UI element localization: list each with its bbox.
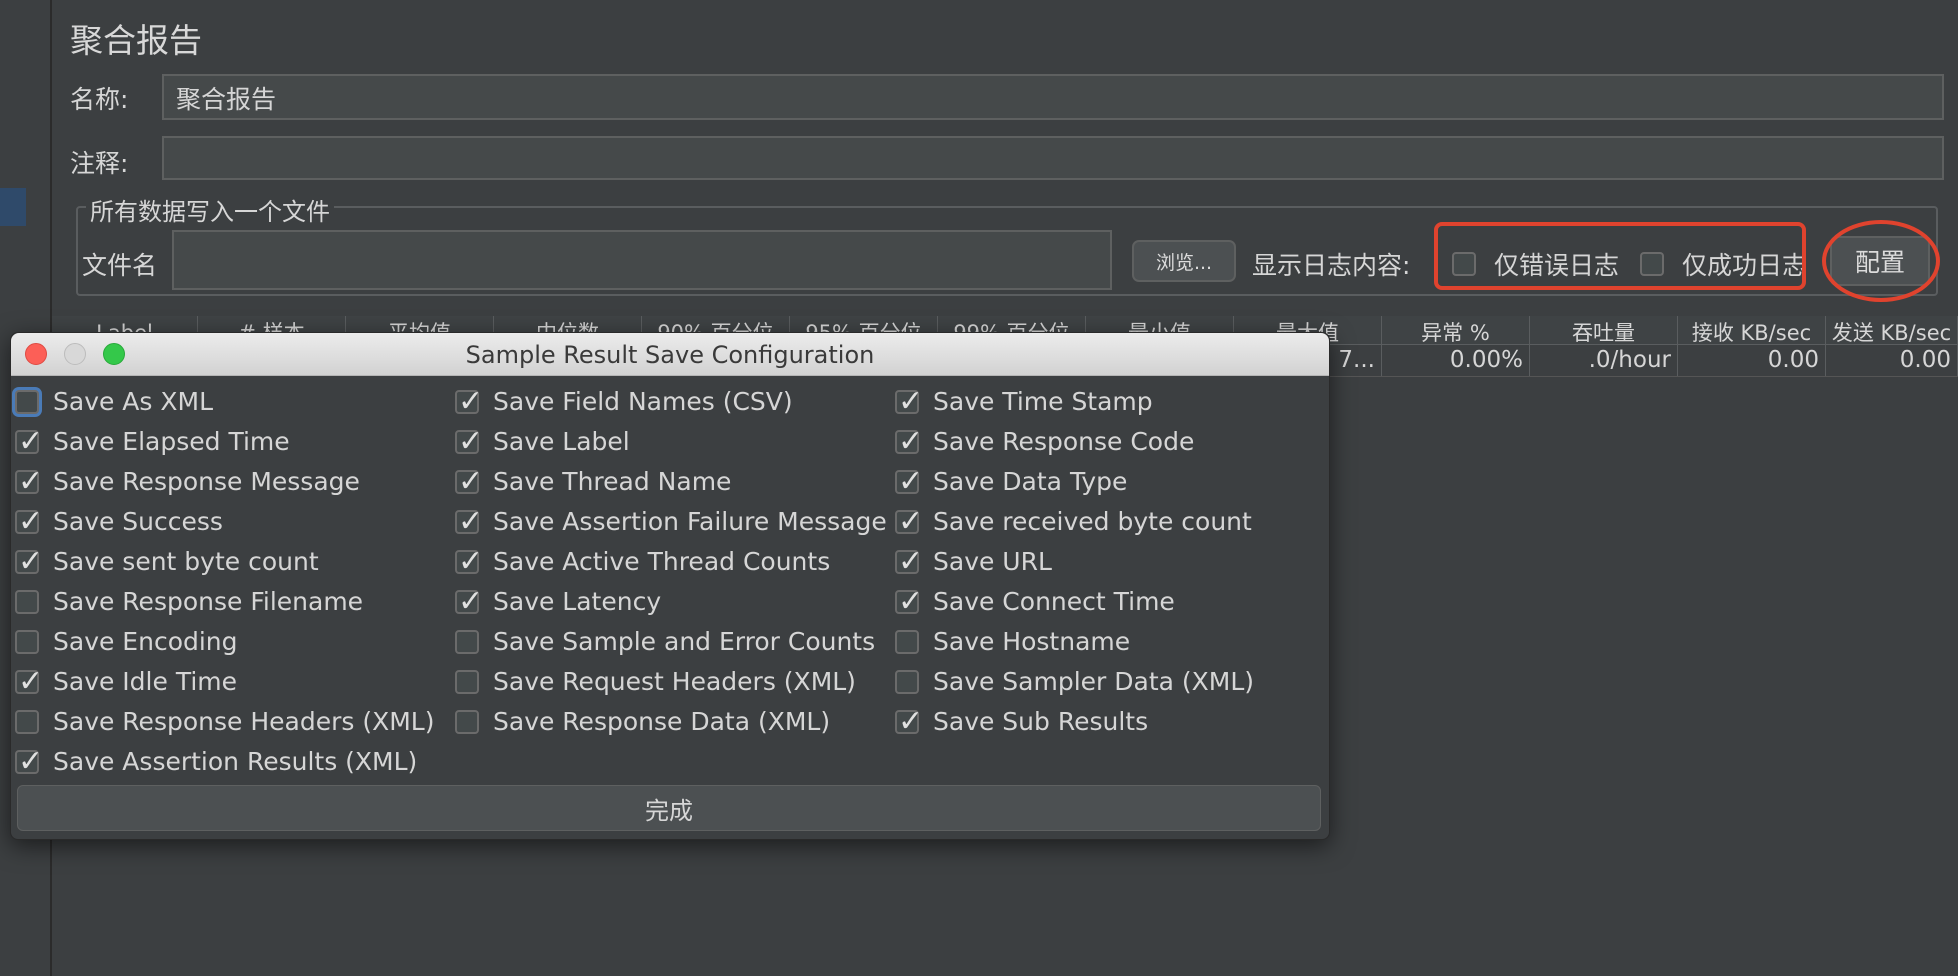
highlight-rectangle <box>1434 222 1806 290</box>
filename-input[interactable] <box>172 230 1112 290</box>
option-save-response-code[interactable]: Save Response Code <box>895 424 1194 459</box>
checkbox[interactable] <box>455 464 483 499</box>
option-save-as-xml[interactable]: Save As XML <box>15 387 213 416</box>
checkbox[interactable] <box>15 664 43 699</box>
browse-button[interactable]: 浏览... <box>1132 240 1236 282</box>
checkbox[interactable] <box>455 629 479 654</box>
checkbox[interactable] <box>455 384 483 419</box>
page-title: 聚合报告 <box>70 21 202 60</box>
option-save-active-thread-counts[interactable]: Save Active Thread Counts <box>455 544 830 579</box>
col-header[interactable]: 吞吐量 <box>1530 316 1678 344</box>
checkbox[interactable] <box>15 629 39 654</box>
option-save-sample-error-counts[interactable]: Save Sample and Error Counts <box>455 627 875 656</box>
table-cell: 0.00% <box>1382 344 1530 376</box>
checkbox[interactable] <box>455 544 483 579</box>
checkbox[interactable] <box>895 424 923 459</box>
option-save-received-byte-count[interactable]: Save received byte count <box>895 504 1252 539</box>
comment-field[interactable] <box>162 136 1944 180</box>
option-save-data-type[interactable]: Save Data Type <box>895 464 1127 499</box>
dialog-title: Sample Result Save Configuration <box>465 341 875 369</box>
option-save-elapsed-time[interactable]: Save Elapsed Time <box>15 424 290 459</box>
checkbox[interactable] <box>15 589 39 614</box>
option-save-assertion-failure-message[interactable]: Save Assertion Failure Message <box>455 504 887 539</box>
option-save-idle-time[interactable]: Save Idle Time <box>15 664 237 699</box>
checkbox[interactable] <box>455 709 479 734</box>
checkbox[interactable] <box>895 464 923 499</box>
filename-label: 文件名 <box>82 251 158 280</box>
checkbox[interactable] <box>455 424 483 459</box>
checkbox[interactable] <box>455 669 479 694</box>
option-save-time-stamp[interactable]: Save Time Stamp <box>895 384 1153 419</box>
checkbox[interactable] <box>455 584 483 619</box>
option-save-sub-results[interactable]: Save Sub Results <box>895 704 1148 739</box>
option-save-thread-name[interactable]: Save Thread Name <box>455 464 731 499</box>
checkbox[interactable] <box>895 704 923 739</box>
col-header[interactable]: 异常 % <box>1382 316 1530 344</box>
file-group-title: 所有数据写入一个文件 <box>86 192 334 227</box>
option-save-encoding[interactable]: Save Encoding <box>15 627 238 656</box>
option-save-label[interactable]: Save Label <box>455 424 630 459</box>
comment-label: 注释: <box>70 149 129 178</box>
option-save-latency[interactable]: Save Latency <box>455 584 661 619</box>
checkbox[interactable] <box>15 389 39 414</box>
checkbox[interactable] <box>895 544 923 579</box>
option-save-field-names[interactable]: Save Field Names (CSV) <box>455 384 793 419</box>
col-header[interactable]: 接收 KB/sec <box>1678 316 1826 344</box>
checkbox[interactable] <box>15 744 43 779</box>
name-label: 名称: <box>70 85 129 114</box>
option-save-assertion-results[interactable]: Save Assertion Results (XML) <box>15 744 417 779</box>
checkbox[interactable] <box>895 629 919 654</box>
log-content-label: 显示日志内容: <box>1252 251 1411 280</box>
checkbox[interactable] <box>15 709 39 734</box>
checkbox[interactable] <box>895 584 923 619</box>
highlight-ellipse <box>1822 220 1940 302</box>
done-button[interactable]: 完成 <box>17 785 1321 831</box>
option-save-url[interactable]: Save URL <box>895 544 1052 579</box>
option-save-response-headers[interactable]: Save Response Headers (XML) <box>15 707 434 736</box>
option-save-sampler-data[interactable]: Save Sampler Data (XML) <box>895 667 1254 696</box>
option-save-hostname[interactable]: Save Hostname <box>895 627 1130 656</box>
browse-button-label: 浏览... <box>1155 251 1213 274</box>
table-cell: 0.00 <box>1826 344 1958 376</box>
done-button-label: 完成 <box>645 796 693 825</box>
option-save-connect-time[interactable]: Save Connect Time <box>895 584 1175 619</box>
sidebar-selected-node[interactable] <box>0 188 26 226</box>
option-save-request-headers[interactable]: Save Request Headers (XML) <box>455 667 856 696</box>
option-save-success[interactable]: Save Success <box>15 504 223 539</box>
checkbox[interactable] <box>455 504 483 539</box>
name-field[interactable]: 聚合报告 <box>162 74 1944 120</box>
option-save-response-filename[interactable]: Save Response Filename <box>15 587 363 616</box>
dialog-titlebar[interactable]: Sample Result Save Configuration <box>11 333 1329 376</box>
checkbox[interactable] <box>895 504 923 539</box>
option-save-response-message[interactable]: Save Response Message <box>15 464 360 499</box>
checkbox[interactable] <box>15 504 43 539</box>
save-config-dialog: Sample Result Save Configuration Save As… <box>10 332 1330 840</box>
option-save-sent-byte-count[interactable]: Save sent byte count <box>15 544 319 579</box>
name-field-value: 聚合报告 <box>176 85 277 114</box>
checkbox[interactable] <box>15 464 43 499</box>
table-cell: 0.00 <box>1678 344 1826 376</box>
table-cell: .0/hour <box>1530 344 1678 376</box>
col-header[interactable]: 发送 KB/sec <box>1826 316 1958 344</box>
checkbox[interactable] <box>15 544 43 579</box>
checkbox[interactable] <box>895 669 919 694</box>
checkbox[interactable] <box>895 384 923 419</box>
checkbox[interactable] <box>15 424 43 459</box>
option-save-response-data[interactable]: Save Response Data (XML) <box>455 707 830 736</box>
